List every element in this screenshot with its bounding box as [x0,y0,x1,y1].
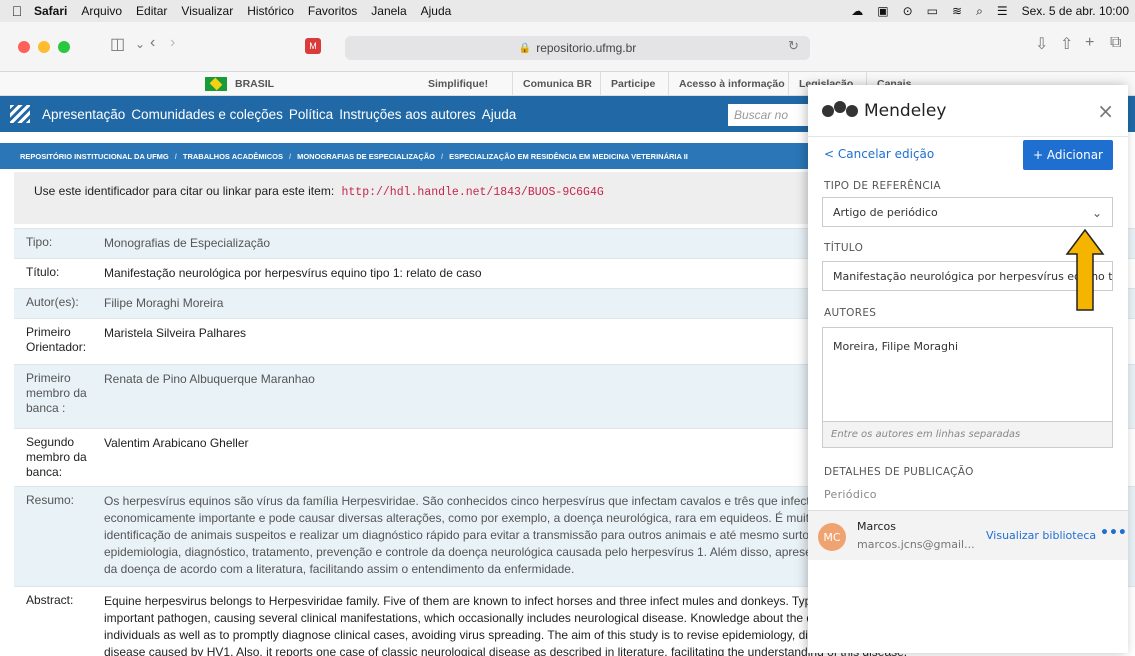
user-name: Marcos [857,520,897,533]
site-search-input[interactable]: Buscar no [728,104,818,126]
breadcrumb-item-monografias[interactable]: MONOGRAFIAS DE ESPECIALIZAÇÃO [297,152,435,161]
row-key: Abstract: [26,593,74,607]
brasil-label: BRASIL [235,78,275,90]
wifi-icon[interactable]: ≋ [952,4,962,18]
macos-menubar:  Safari Arquivo Editar Visualizar Histó… [0,0,1135,22]
clock[interactable]: Sex. 5 de abr. 10:00 [1022,4,1129,18]
app-icon[interactable]: ▣ [877,4,888,18]
menu-historico[interactable]: Histórico [247,4,294,18]
menu-janela[interactable]: Janela [371,4,406,18]
mendeley-header: Mendeley [808,85,1128,137]
menu-ajuda[interactable]: Ajuda [421,4,452,18]
menu-safari[interactable]: Safari [34,4,67,18]
minimize-window-button[interactable] [38,41,50,53]
row-key: Segundo membro da banca: [26,435,87,479]
breadcrumb-item-trabalhos[interactable]: TRABALHOS ACADÊMICOS [183,152,283,161]
chevron-down-icon[interactable]: ⌄ [135,37,145,51]
gov-link-comunica[interactable]: Comunica BR [512,72,592,96]
more-icon[interactable]: ••• [1100,525,1127,541]
mendeley-extension-icon[interactable]: M [305,38,321,54]
browser-toolbar: ◫ ⌄ ‹ › M 🔒 repositorio.ufmg.br ↻ ⇩ ⇧ + … [0,22,1135,72]
gov-link-acesso[interactable]: Acesso à informação [668,72,785,96]
menu-visualizar[interactable]: Visualizar [181,4,233,18]
mendeley-title: Mendeley [864,100,947,121]
row-key: Primeiro membro da banca : [26,371,87,415]
menu-favoritos[interactable]: Favoritos [308,4,357,18]
view-library-link[interactable]: Visualizar biblioteca [986,529,1096,542]
url-text: repositorio.ufmg.br [536,41,637,55]
title-label: TÍTULO [824,242,864,254]
window-controls [18,41,70,53]
authors-label: AUTORES [824,307,877,319]
forward-icon[interactable]: › [170,34,175,52]
handle-text: Use este identificador para citar ou lin… [34,184,335,198]
apple-icon[interactable]:  [0,3,34,19]
row-key: Primeiro Orientador: [26,325,87,354]
breadcrumb-item-especializacao[interactable]: ESPECIALIZAÇÃO EM RESIDÊNCIA EM MEDICINA… [449,152,688,161]
cancel-edit-link[interactable]: < Cancelar edição [824,147,934,161]
nav-politica[interactable]: Política [289,107,333,122]
mendeley-panel: Mendeley × < Cancelar edição + Adicionar… [808,85,1128,653]
brazil-flag-icon [205,77,227,91]
row-key: Autor(es): [26,295,79,309]
authors-hint: Entre os autores em linhas separadas [822,422,1113,448]
new-tab-icon[interactable]: + [1085,34,1094,52]
user-bar: MC Marcos marcos.jcns@gmail... Visualiza… [808,510,1128,560]
nav-ajuda[interactable]: Ajuda [482,107,517,122]
ufmg-logo-icon[interactable] [10,105,30,123]
menu-editar[interactable]: Editar [136,4,167,18]
ref-type-value: Artigo de periódico [833,205,938,219]
nav-comunidades[interactable]: Comunidades e coleções [131,107,283,122]
nav-apresentacao[interactable]: Apresentação [42,107,125,122]
annotation-arrow-icon [1065,228,1105,311]
add-button[interactable]: + Adicionar [1023,140,1113,170]
record-icon[interactable]: ⊙ [903,4,913,18]
address-bar[interactable]: 🔒 repositorio.ufmg.br [345,36,810,60]
battery-icon[interactable]: ▭ [927,4,938,18]
mendeley-logo-icon [822,100,858,121]
spotlight-icon[interactable]: ⌕ [976,4,983,19]
journal-label: Periódico [824,488,877,501]
row-key: Resumo: [26,493,75,507]
sidebar-icon[interactable]: ◫ [110,34,125,54]
control-center-icon[interactable]: ☰ [997,4,1008,18]
menu-arquivo[interactable]: Arquivo [81,4,122,18]
avatar[interactable]: MC [818,523,846,551]
authors-textarea[interactable]: Moreira, Filipe Moraghi [822,327,1113,422]
breadcrumb-item-repositorio[interactable]: REPOSITÓRIO INSTITUCIONAL DA UFMG [20,152,169,161]
row-key: Tipo: [26,235,53,249]
zoom-window-button[interactable] [58,41,70,53]
user-email: marcos.jcns@gmail... [857,538,975,551]
nav-instrucoes[interactable]: Instruções aos autores [339,107,476,122]
close-window-button[interactable] [18,41,30,53]
handle-box: Use este identificador para citar ou lin… [14,172,834,224]
handle-link[interactable]: http://hdl.handle.net/1843/BUOS-9C6G4G [342,186,604,199]
tabs-overview-icon[interactable]: ⧉ [1110,34,1121,52]
reload-icon[interactable]: ↻ [788,38,799,54]
chevron-down-icon: ⌄ [1091,206,1102,220]
ref-type-select[interactable]: Artigo de periódico ⌄ [822,197,1113,227]
breadcrumb: REPOSITÓRIO INSTITUCIONAL DA UFMG / TRABA… [0,143,815,169]
lock-icon: 🔒 [518,42,532,54]
status-area: ☁ ▣ ⊙ ▭ ≋ ⌕ ☰ Sex. 5 de abr. 10:00 [851,0,1129,22]
gov-link-simplifique[interactable]: Simplifique! [418,72,488,96]
download-icon[interactable]: ⇩ [1035,34,1048,54]
row-key: Título: [26,265,60,279]
ref-type-label: TIPO DE REFERÊNCIA [824,180,941,192]
close-icon[interactable]: × [1097,99,1114,123]
gov-link-participe[interactable]: Participe [600,72,655,96]
cloud-icon[interactable]: ☁ [851,4,863,18]
share-icon[interactable]: ⇧ [1060,34,1073,54]
pub-details-label: DETALHES DE PUBLICAÇÃO [824,466,974,478]
back-icon[interactable]: ‹ [150,34,155,52]
brasil-link[interactable]: BRASIL [205,72,274,96]
